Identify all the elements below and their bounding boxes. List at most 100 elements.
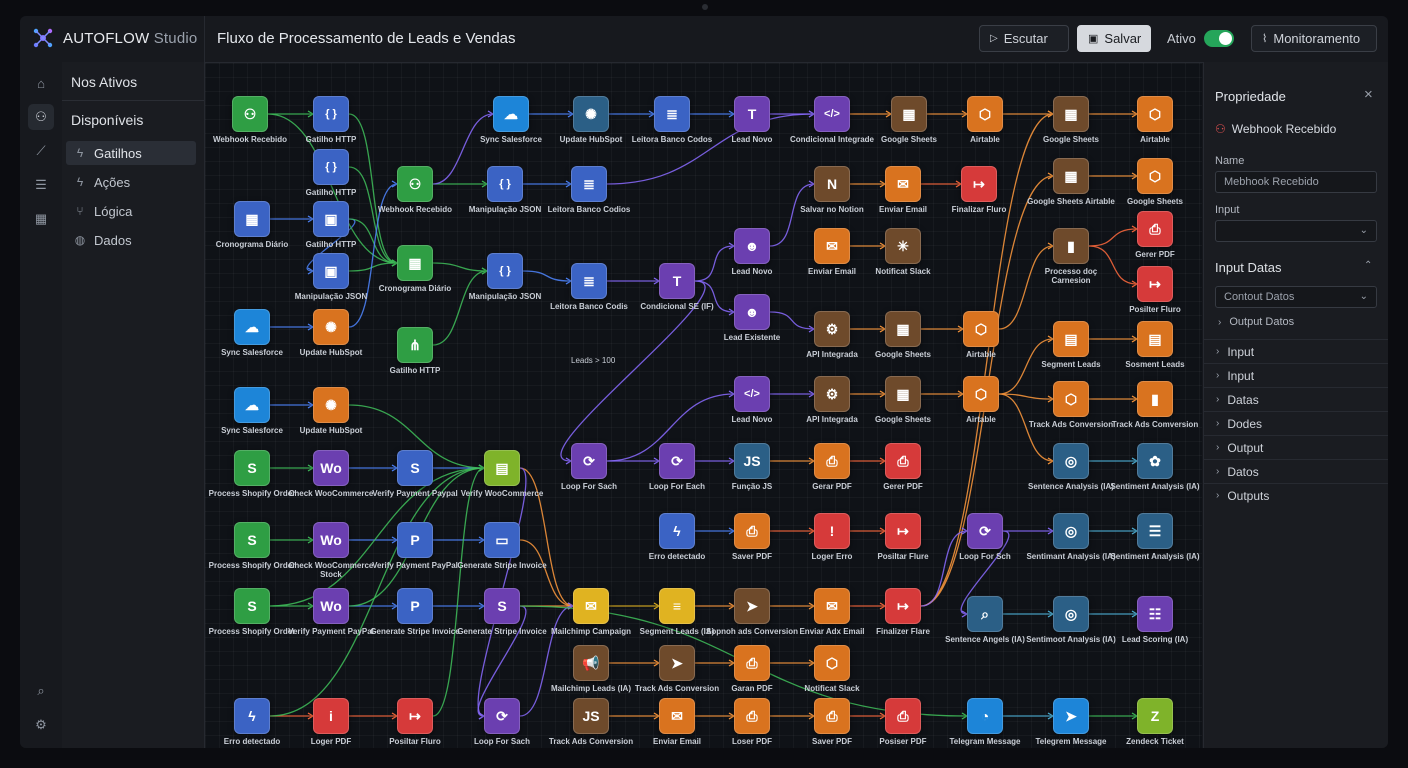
node-enviar-email[interactable]: ✉ Enviar Email	[653, 698, 701, 746]
node-update-hubspot[interactable]: ✺ Update HubSpot	[300, 309, 362, 357]
node-telegram-message[interactable]: ◔ Telegram Message	[950, 698, 1021, 746]
node-gatilho-http[interactable]: { } Gatilho HTTP	[306, 96, 356, 144]
node-webhook-recebido[interactable]: ⚇ Webhook Recebido	[213, 96, 287, 144]
chevron-up-icon[interactable]: ⌃	[1364, 260, 1372, 271]
node-api-integrada[interactable]: ⚙ API Integrada	[806, 376, 858, 424]
node-check-woocommerce[interactable]: Wo Check WooCommerce	[289, 450, 373, 498]
node-lead-novo[interactable]: T Lead Novo	[732, 96, 772, 144]
node-loop-for-each[interactable]: ⟳ Loop For Each	[649, 443, 705, 491]
node-track-ads-comversion[interactable]: ▮ Track Ads Comversion	[1112, 381, 1198, 429]
node-posiltar-flure[interactable]: ↦ Posiltar Flure	[877, 513, 929, 561]
node-posiltar-fluro[interactable]: ↦ Posiltar Fluro	[389, 698, 441, 746]
gear-icon[interactable]: ⚙	[28, 712, 54, 738]
node-gatilho-http[interactable]: ⋔ Gatilho HTTP	[390, 327, 440, 375]
node-gerer-pdf[interactable]: ⎙ Gerer PDF	[883, 443, 923, 491]
node-loger-erro[interactable]: ! Loger Erro	[812, 513, 852, 561]
node-process-shopify-order[interactable]: S Process Shopify Order	[209, 588, 295, 636]
node-track-ads-conversion[interactable]: ➤ Track Ads Conversion	[635, 645, 719, 693]
node-loop-for-sch[interactable]: ⟳ Loop For Sch	[959, 513, 1011, 561]
node-loger-pdf[interactable]: i Loger PDF	[311, 698, 351, 746]
node-erro-detectado[interactable]: ϟ Erro detectado	[224, 698, 280, 746]
node-gerer-pdf[interactable]: ⎙ Gerer PDF	[1135, 211, 1175, 259]
sidebar-item-acoes[interactable]: ϟ Ações	[66, 170, 196, 194]
node-webhook-recebido[interactable]: ⚇ Webhook Recebido	[378, 166, 452, 214]
run-button[interactable]: ▷ Escutar	[979, 25, 1069, 52]
node-notificat-slack[interactable]: ✳ Notificat Slack	[875, 228, 931, 276]
node-generate-stripe-invoice[interactable]: P Generate Stripe Invoice	[370, 588, 460, 636]
node-gatilho-http[interactable]: ▣ Gatilho HTTP	[306, 201, 356, 249]
node-update-hubspot[interactable]: ✺ Update HubSpot	[300, 387, 362, 435]
node-manipula-o-json[interactable]: { } Manipulação JSON	[469, 253, 541, 301]
node-loser-pdf[interactable]: ⎙ Loser PDF	[732, 698, 772, 746]
property-row-input[interactable]: › Input	[1204, 363, 1388, 387]
property-row-datos[interactable]: › Datos	[1204, 459, 1388, 483]
active-toggle[interactable]	[1204, 30, 1234, 47]
property-row-datas[interactable]: › Datas	[1204, 387, 1388, 411]
node-telegrem-message[interactable]: ➤ Telegrem Message	[1036, 698, 1107, 746]
node-cronograma-di-rio[interactable]: ▦ Cronograma Diário	[216, 201, 288, 249]
node-segment-leads-ia[interactable]: ≡ Segment Leads (IA)	[640, 588, 714, 636]
node-google-sheets[interactable]: ▦ Google Sheets	[1043, 96, 1099, 144]
node-sync-salesforce[interactable]: ☁ Sync Salesforce	[221, 387, 283, 435]
node-google-sheets[interactable]: ▦ Google Sheets	[881, 96, 937, 144]
node-process-shopify-order[interactable]: S Process Shopify Order	[209, 450, 295, 498]
node-google-sheets[interactable]: ⬡ Google Sheets	[1127, 158, 1183, 206]
node-generate-stripe-invoice[interactable]: ▭ Generate Stripe Invoice	[457, 522, 547, 570]
node-erro-detectado[interactable]: ϟ Erro detectado	[649, 513, 705, 561]
node-lead-scoring-ia[interactable]: ☷ Lead Scoring (IA)	[1122, 596, 1188, 644]
node-api-integrada[interactable]: ⚙ API Integrada	[806, 311, 858, 359]
sidebar-item-dados[interactable]: ◍ Dados	[66, 228, 196, 252]
node-enviar-email[interactable]: ✉ Enviar Email	[808, 228, 856, 276]
node-update-hubspot[interactable]: ✺ Update HubSpot	[560, 96, 622, 144]
node-gatilho-http[interactable]: { } Gatilho HTTP	[306, 149, 356, 197]
node-sentence-analysis-ia[interactable]: ◎ Sentence Analysis (IA)	[1028, 443, 1114, 491]
property-row-outputs[interactable]: › Outputs	[1204, 483, 1388, 507]
node-airtable[interactable]: ⬡ Airtable	[963, 376, 999, 424]
input-datas-section[interactable]: Input Datas	[1215, 260, 1282, 275]
node-lead-existente[interactable]: ☻ Lead Existente	[724, 294, 780, 342]
close-icon[interactable]: ×	[1364, 86, 1373, 103]
node-sentiment-analysis-ia[interactable]: ☰ Sentiment Analysis (IA)	[1110, 513, 1200, 561]
node-enviar-adx-email[interactable]: ✉ Enviar Adx Email	[799, 588, 865, 636]
node-enviar-email[interactable]: ✉ Enviar Email	[879, 166, 927, 214]
node-loop-for-sach[interactable]: ⟳ Loop For Sach	[561, 443, 617, 491]
property-row-output-datos[interactable]: › Output Datos	[1204, 310, 1388, 334]
node-manipula-o-json[interactable]: { } Manipulação JSON	[469, 166, 541, 214]
input-select[interactable]: ⌄	[1215, 220, 1377, 242]
node-condicional-integrade[interactable]: </> Condicional Integrade	[790, 96, 874, 144]
node-condicional-se-if[interactable]: T Condicional SE (IF)	[640, 263, 714, 311]
node-airtable[interactable]: ⬡ Airtable	[967, 96, 1003, 144]
node-posilter-fluro[interactable]: ↦ Posilter Fluro	[1129, 266, 1181, 314]
home-icon[interactable]: ⌂	[28, 70, 54, 96]
list-icon[interactable]: ☰	[28, 172, 54, 198]
search-icon[interactable]: ⌕	[28, 678, 54, 704]
node-verify-woocommerce[interactable]: ▤ Verify WooCommerce	[461, 450, 543, 498]
node-google-sheets-airtable[interactable]: ▦ Google Sheets Airtable	[1027, 158, 1115, 206]
node-generate-stripe-invoice[interactable]: S Generate Stripe Invoice	[457, 588, 547, 636]
node-track-ads-conversion[interactable]: JS Track Ads Conversion	[549, 698, 633, 746]
node-mailchimp-campaign[interactable]: ✉ Mailchimp Campaign	[551, 588, 631, 636]
node-leitora-banco-codios[interactable]: ≣ Leitora Banco Codios	[548, 166, 630, 214]
node-sentence-angels-ia[interactable]: ⌕ Sentence Angels (IA)	[945, 596, 1025, 644]
node-sentiment-analysis-ia[interactable]: ✿ Sentiment Analysis (IA)	[1110, 443, 1200, 491]
node-lead-novo[interactable]: </> Lead Novo	[732, 376, 772, 424]
node-processo-do-carnesion[interactable]: ▮ Processo doç Carnesion	[1045, 228, 1097, 285]
node-process-shopify-order[interactable]: S Process Shopify Order	[209, 522, 295, 570]
node-salvar-no-notion[interactable]: N Salvar no Notion	[800, 166, 864, 214]
property-row-output[interactable]: › Output	[1204, 435, 1388, 459]
node-sync-salesforce[interactable]: ☁ Sync Salesforce	[480, 96, 542, 144]
node-lead-novo[interactable]: ☻ Lead Novo	[732, 228, 772, 276]
monitor-button[interactable]: ⌇ Monitoramento	[1251, 25, 1377, 52]
node-leitora-banco-codis[interactable]: ≣ Leitora Banco Codis	[550, 263, 628, 311]
node-posiser-pdf[interactable]: ⎙ Posiser PDF	[879, 698, 927, 746]
calendar-icon[interactable]: ▦	[28, 206, 54, 232]
name-field[interactable]: Mebhook Recebido	[1215, 171, 1377, 193]
node-sync-salesforce[interactable]: ☁ Sync Salesforce	[221, 309, 283, 357]
node-cronograma-di-rio[interactable]: ▦ Cronograma Diário	[379, 245, 451, 293]
node-track-ads-conversion[interactable]: ⬡ Track Ads Conversion	[1029, 381, 1113, 429]
node-finalizer-flare[interactable]: ↦ Finalizer Flare	[876, 588, 930, 636]
node-fun-o-js[interactable]: JS Função JS	[732, 443, 772, 491]
node-leitora-banco-codos[interactable]: ≣ Leitora Banco Codos	[632, 96, 712, 144]
node-google-sheets[interactable]: ▦ Google Sheets	[875, 311, 931, 359]
property-row-dodes[interactable]: › Dodes	[1204, 411, 1388, 435]
